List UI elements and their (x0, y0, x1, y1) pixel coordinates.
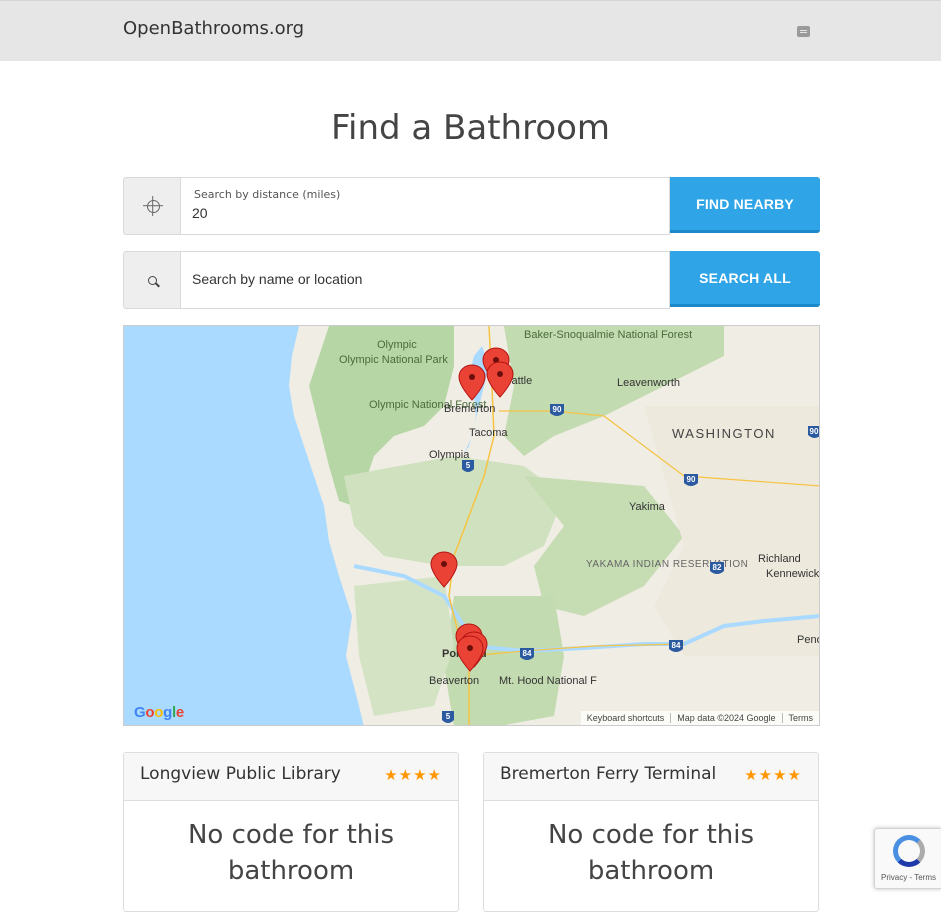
name-field (180, 251, 670, 309)
map[interactable]: Olympic Olympic National Park Olympic Na… (123, 325, 820, 726)
label-tacoma: Tacoma (469, 427, 508, 439)
book-icon[interactable] (797, 26, 810, 37)
recaptcha-links[interactable]: Privacy - Terms (875, 873, 941, 882)
label-olympic-park-1: Olympic (377, 339, 417, 351)
label-olympic-park: Olympic National Park (339, 354, 448, 366)
card-body: No code for this bathroom (547, 820, 755, 886)
distance-search-group: Search by distance (miles) Find Nearby (123, 177, 820, 235)
label-kennewick: Kennewick (766, 568, 820, 580)
crosshair-icon (147, 200, 160, 213)
terms-link[interactable]: Terms (781, 713, 820, 723)
label-yakima: Yakima (629, 501, 666, 513)
bathroom-card[interactable]: Bremerton Ferry Terminal ★★★★ No code fo… (483, 752, 819, 912)
shield-5: 5 (466, 461, 471, 470)
search-addon (123, 251, 181, 309)
shield-82: 82 (713, 563, 722, 572)
keyboard-shortcuts-link[interactable]: Keyboard shortcuts (581, 713, 671, 723)
star-rating: ★★★★ (744, 766, 802, 784)
navbar: OpenBathrooms.org (0, 0, 941, 61)
search-icon (148, 276, 157, 285)
name-search-group: Search All (123, 251, 820, 309)
bathroom-card[interactable]: Longview Public Library ★★★★ No code for… (123, 752, 459, 912)
search-all-button[interactable]: Search All (670, 251, 820, 307)
distance-field: Search by distance (miles) (180, 177, 670, 235)
label-richland: Richland (758, 553, 801, 565)
label-beaverton: Beaverton (429, 675, 479, 687)
map-footer: Keyboard shortcuts Map data ©2024 Google… (580, 711, 820, 725)
distance-input[interactable] (192, 205, 652, 221)
recaptcha-icon (893, 835, 925, 867)
distance-label: Search by distance (miles) (194, 188, 341, 201)
shield-84: 84 (672, 641, 681, 650)
shield-90: 90 (810, 427, 819, 436)
shield-90: 90 (687, 475, 696, 484)
locate-addon[interactable] (123, 177, 181, 235)
card-body: No code for this bathroom (187, 820, 395, 886)
star-rating: ★★★★ (384, 766, 442, 784)
card-title[interactable]: Longview Public Library (140, 764, 341, 784)
brand-link[interactable]: OpenBathrooms.org (123, 18, 304, 39)
state-label: WASHINGTON (672, 426, 776, 441)
label-reservation: YAKAMA INDIAN RESERVATION (586, 559, 748, 570)
label-baker: Baker-Snoqualmie National Forest (524, 329, 692, 341)
card-title[interactable]: Bremerton Ferry Terminal (500, 764, 716, 784)
google-logo: Google (134, 704, 184, 721)
map-attribution: Map data ©2024 Google (670, 713, 781, 723)
recaptcha-badge[interactable]: Privacy - Terms (874, 828, 941, 889)
shield-84: 84 (523, 649, 532, 658)
label-bremerton: Bremerton (444, 403, 495, 415)
label-olympia: Olympia (429, 449, 470, 461)
label-leavenworth: Leavenworth (617, 377, 680, 389)
label-mthood: Mt. Hood National F (499, 675, 597, 687)
search-input[interactable] (192, 271, 652, 287)
map-canvas: Olympic Olympic National Park Olympic Na… (289, 326, 820, 725)
card-header: Longview Public Library ★★★★ (124, 753, 458, 801)
shield-90: 90 (553, 405, 562, 414)
label-washington: WASHINGTON (672, 426, 776, 441)
label-pend: Pend (797, 634, 820, 646)
reservation-label: YAKAMA INDIAN RESERVATION (586, 559, 748, 570)
page-title: Find a Bathroom (330, 108, 611, 148)
find-nearby-button[interactable]: Find Nearby (670, 177, 820, 233)
shield-5: 5 (446, 712, 451, 721)
card-header: Bremerton Ferry Terminal ★★★★ (484, 753, 818, 801)
